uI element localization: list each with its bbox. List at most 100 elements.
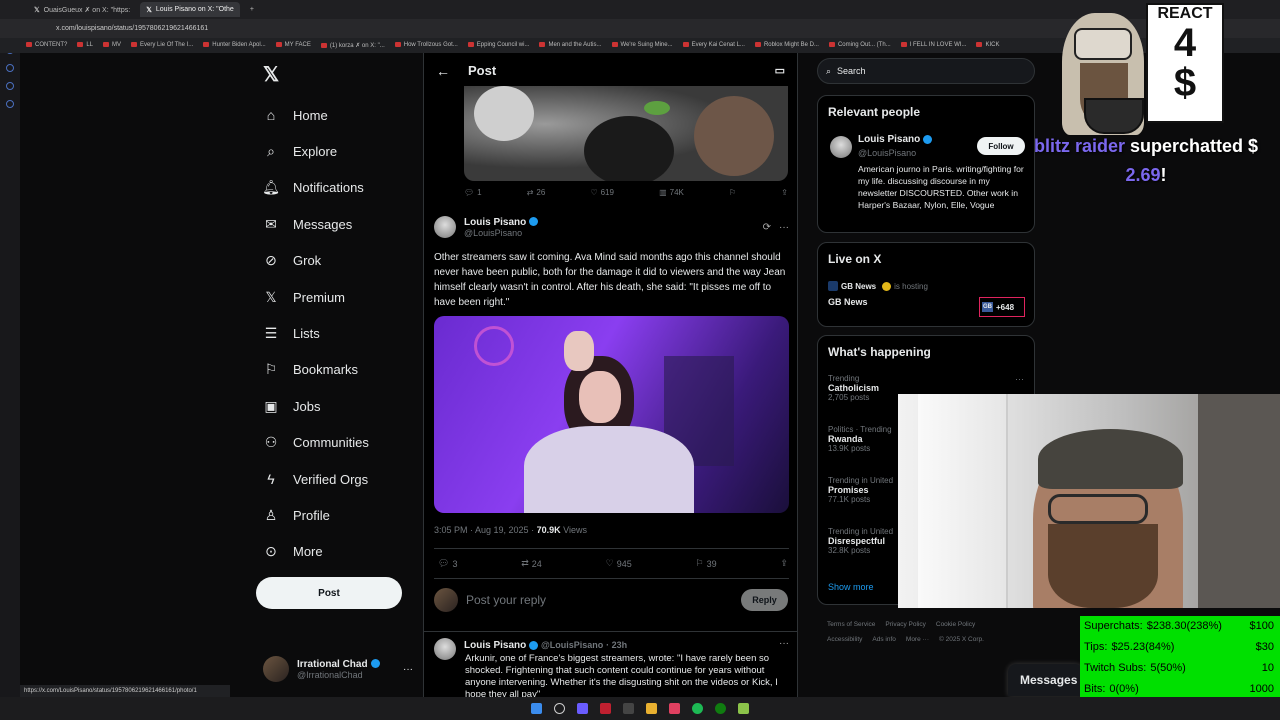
back-arrow-icon[interactable]: ←	[436, 63, 450, 79]
hosting-label: is hosting	[894, 281, 928, 291]
bookmark-item[interactable]: Epping Council wi...	[468, 42, 530, 49]
tweet-timestamp[interactable]: · 23h	[606, 640, 627, 650]
show-more-link[interactable]: Show more	[828, 582, 874, 592]
avatar[interactable]	[434, 216, 456, 238]
reply-composer[interactable]: Post your reply	[434, 587, 789, 613]
bookmark-item[interactable]: Men and the Autis...	[539, 42, 601, 49]
person-name[interactable]: Louis Pisano	[858, 134, 920, 145]
footer-link[interactable]: More ···	[906, 636, 929, 643]
bookmark-item[interactable]: How Trollzous Got...	[395, 42, 458, 49]
bookmark-item[interactable]: (1) korza ✗ on X: "...	[321, 42, 385, 49]
bookmark-action[interactable]: ⚐	[729, 188, 736, 197]
repost-action[interactable]: ⇄ 24	[521, 558, 542, 569]
bookmark-item[interactable]: Roblox Might Be D...	[755, 42, 819, 49]
reply-action[interactable]: 💬︎ 3	[438, 558, 457, 569]
search-input[interactable]: ⌕ Search	[817, 58, 1035, 84]
reply-input[interactable]: Post your reply	[466, 593, 546, 607]
spotify-icon[interactable]	[692, 703, 703, 714]
search-icon[interactable]	[554, 703, 565, 714]
bookmark-item[interactable]: LL	[77, 42, 93, 49]
bookmark-item[interactable]: KICK	[976, 42, 999, 49]
footer-link[interactable]: Accessibility	[827, 636, 862, 643]
nav-item-lists[interactable]: ☰ Lists	[262, 315, 369, 351]
author-name[interactable]: Louis Pisano	[464, 640, 526, 651]
author-handle[interactable]: @LouisPisano	[464, 228, 538, 238]
browser-tab-active[interactable]: 𝕏 Louis Pisano on X: "Othe	[140, 2, 240, 17]
bookmark-item[interactable]: We're Suing Mine...	[612, 42, 673, 49]
reader-view-icon[interactable]: ▭	[775, 64, 785, 77]
tweet-timestamp[interactable]: 3:05 PM · Aug 19, 2025 ·	[434, 525, 537, 535]
footer-link[interactable]: © 2025 X Corp.	[939, 636, 984, 643]
sidebar-icon[interactable]	[6, 82, 14, 90]
nav-item-more[interactable]: ⊙ More	[262, 534, 369, 570]
author-name[interactable]: Louis Pisano	[464, 217, 526, 228]
nav-item-verified-orgs[interactable]: ϟ Verified Orgs	[262, 461, 369, 497]
share-action[interactable]: ⇪	[781, 188, 788, 197]
x-logo-icon[interactable]: 𝕏	[263, 62, 279, 87]
account-switcher[interactable]: Irrational Chad @IrrationalChad ···	[263, 656, 413, 682]
bookmark-item[interactable]: I FELL IN LOVE WI...	[901, 42, 967, 49]
app-icon[interactable]	[738, 703, 749, 714]
like-action[interactable]: ♡ 619	[590, 188, 614, 197]
nav-item-explore[interactable]: ⌕ Explore	[262, 133, 369, 169]
reply-button[interactable]: Reply	[741, 589, 788, 611]
nav-item-profile[interactable]: ♙ Profile	[262, 497, 369, 533]
nav-item-bookmarks[interactable]: ⚐ Bookmarks	[262, 352, 369, 388]
nav-item-jobs[interactable]: ▣ Jobs	[262, 388, 369, 424]
xbox-icon[interactable]	[715, 703, 726, 714]
windows-start-icon[interactable]	[531, 703, 542, 714]
grok-icon: ⊘	[265, 252, 277, 269]
bookmark-action[interactable]: ⚐ 39	[696, 558, 717, 569]
nav-item-communities[interactable]: ⚇ Communities	[262, 425, 369, 461]
bookmark-item[interactable]: MY FACE	[276, 42, 311, 49]
more-dots-icon[interactable]: ···	[779, 638, 789, 649]
nav-item-home[interactable]: ⌂ Home	[262, 97, 369, 133]
live-host[interactable]: GB News is hosting	[828, 281, 928, 291]
nav-item-messages[interactable]: ✉ Messages	[262, 206, 369, 242]
post-button[interactable]: Post	[256, 577, 402, 609]
messages-popup[interactable]: Messages	[1008, 664, 1083, 696]
browser-tab[interactable]: 𝕏 OuaisGueux ✗ on X: "https:	[28, 2, 136, 17]
sidebar-icon[interactable]	[6, 100, 14, 108]
bookmark-item[interactable]: Coming Out... (Th...	[829, 42, 891, 49]
bookmark-item[interactable]: Every Kai Cenat L...	[683, 42, 745, 49]
nav-item-notifications[interactable]: 🔔︎ Notifications	[262, 170, 369, 206]
bookmark-item[interactable]: MV	[103, 42, 121, 49]
tweet-photo[interactable]	[434, 316, 789, 513]
folder-icon[interactable]	[646, 703, 657, 714]
bookmark-item[interactable]: Hunter Biden Apol...	[203, 42, 265, 49]
more-dots-icon[interactable]: ···	[403, 664, 413, 675]
footer-link[interactable]: Cookie Policy	[936, 621, 975, 628]
previous-tweet-image[interactable]	[464, 86, 788, 181]
views-action[interactable]: ▥ 74K	[659, 188, 684, 197]
footer-link[interactable]: Ads info	[872, 636, 896, 643]
sidebar-icon[interactable]	[6, 64, 14, 72]
live-listeners[interactable]: GB +648	[979, 297, 1025, 317]
more-dots-icon[interactable]: ···	[1015, 374, 1024, 384]
footer-link[interactable]: Terms of Service	[827, 621, 875, 628]
person-bio: American journo in Paris. writing/fighti…	[858, 164, 1024, 210]
grok-icon[interactable]: ⟳	[763, 222, 771, 233]
avatar[interactable]	[434, 638, 456, 660]
browser-icon[interactable]	[623, 703, 634, 714]
nav-item-premium[interactable]: 𝕏 Premium	[262, 279, 369, 315]
repost-action[interactable]: ⇄ 26	[527, 188, 546, 197]
author-handle[interactable]: @LouisPisano	[541, 640, 603, 650]
bookmark-item[interactable]: Every Lie Of The I...	[131, 42, 193, 49]
like-action[interactable]: ♡ 945	[606, 558, 632, 569]
discord-icon[interactable]	[577, 703, 588, 714]
x-logo-icon: 𝕏	[265, 288, 277, 305]
briefcase-icon: ▣	[264, 397, 278, 414]
new-tab-button[interactable]: +	[244, 2, 260, 17]
live-title[interactable]: GB News	[828, 297, 868, 307]
nav-item-grok[interactable]: ⊘ Grok	[262, 243, 369, 279]
app-icon[interactable]	[600, 703, 611, 714]
avatar[interactable]	[830, 136, 852, 158]
bookmark-item[interactable]: CONTENT?	[26, 42, 67, 49]
app-icon[interactable]	[669, 703, 680, 714]
footer-link[interactable]: Privacy Policy	[885, 621, 925, 628]
more-dots-icon[interactable]: ···	[779, 222, 789, 233]
person-handle[interactable]: @LouisPisano	[858, 148, 916, 158]
reply-action[interactable]: 💬︎ 1	[464, 188, 482, 197]
share-action[interactable]: ⇪	[780, 558, 788, 569]
